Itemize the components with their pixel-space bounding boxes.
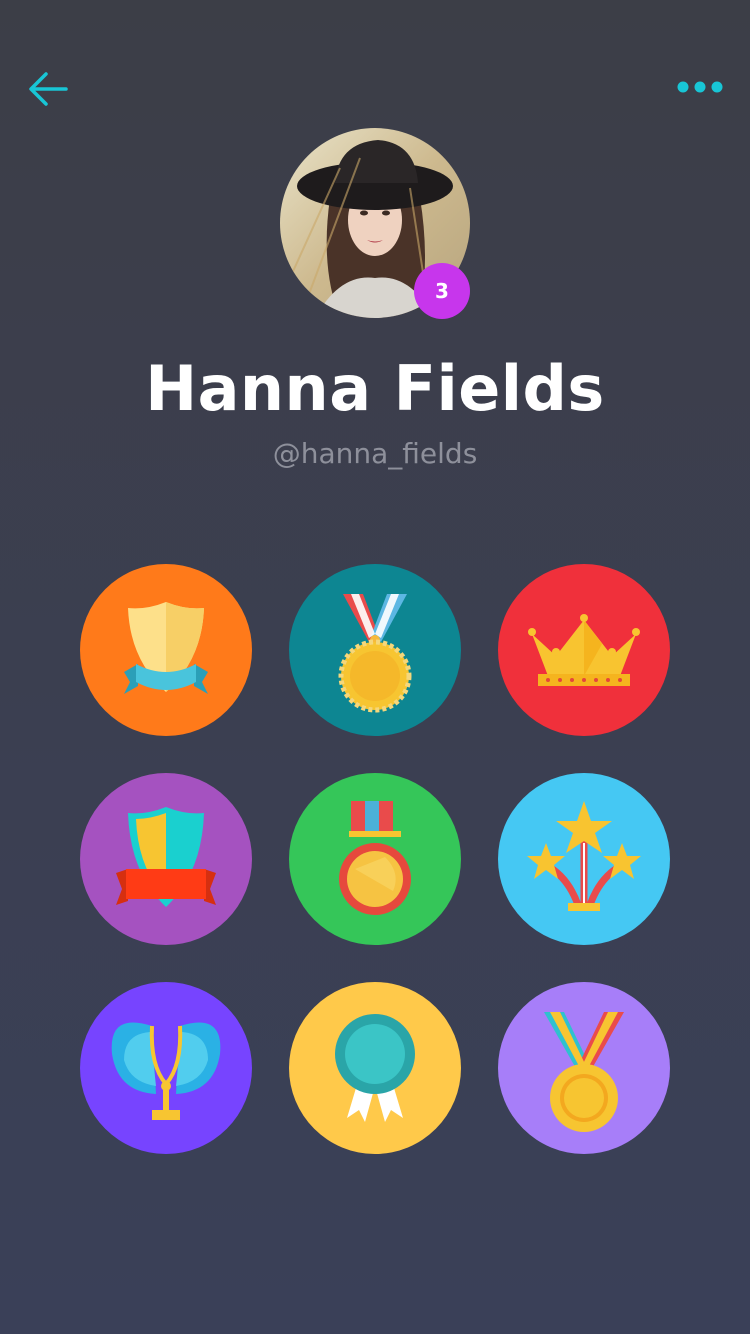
shield-banner-icon — [80, 773, 252, 945]
achievement-medal[interactable] — [289, 564, 461, 736]
achievement-crown[interactable] — [498, 564, 670, 736]
achievement-medal-ribbon[interactable] — [289, 773, 461, 945]
achievement-stars[interactable] — [498, 773, 670, 945]
medal-ribbon-icon — [289, 773, 461, 945]
crown-icon — [498, 564, 670, 736]
shield-ribbon-icon — [80, 564, 252, 736]
achievement-winged-trophy[interactable] — [80, 982, 252, 1154]
medal-icon — [289, 564, 461, 736]
achievement-gold-medal[interactable] — [498, 982, 670, 1154]
gold-medal-icon — [498, 982, 670, 1154]
arrow-left-icon — [29, 72, 68, 106]
profile-name: Hanna Fields — [145, 352, 605, 425]
achievement-rosette[interactable] — [289, 982, 461, 1154]
back-button[interactable] — [26, 66, 72, 112]
more-horizontal-icon — [677, 81, 723, 93]
winged-trophy-icon — [80, 982, 252, 1154]
stars-icon — [498, 773, 670, 945]
achievement-shield-ribbon[interactable] — [80, 564, 252, 736]
achievement-shield-banner[interactable] — [80, 773, 252, 945]
level-badge: 3 — [414, 263, 470, 319]
rosette-icon — [289, 982, 461, 1154]
profile-handle: @hanna_fields — [272, 437, 478, 470]
more-options-button[interactable] — [676, 70, 724, 104]
